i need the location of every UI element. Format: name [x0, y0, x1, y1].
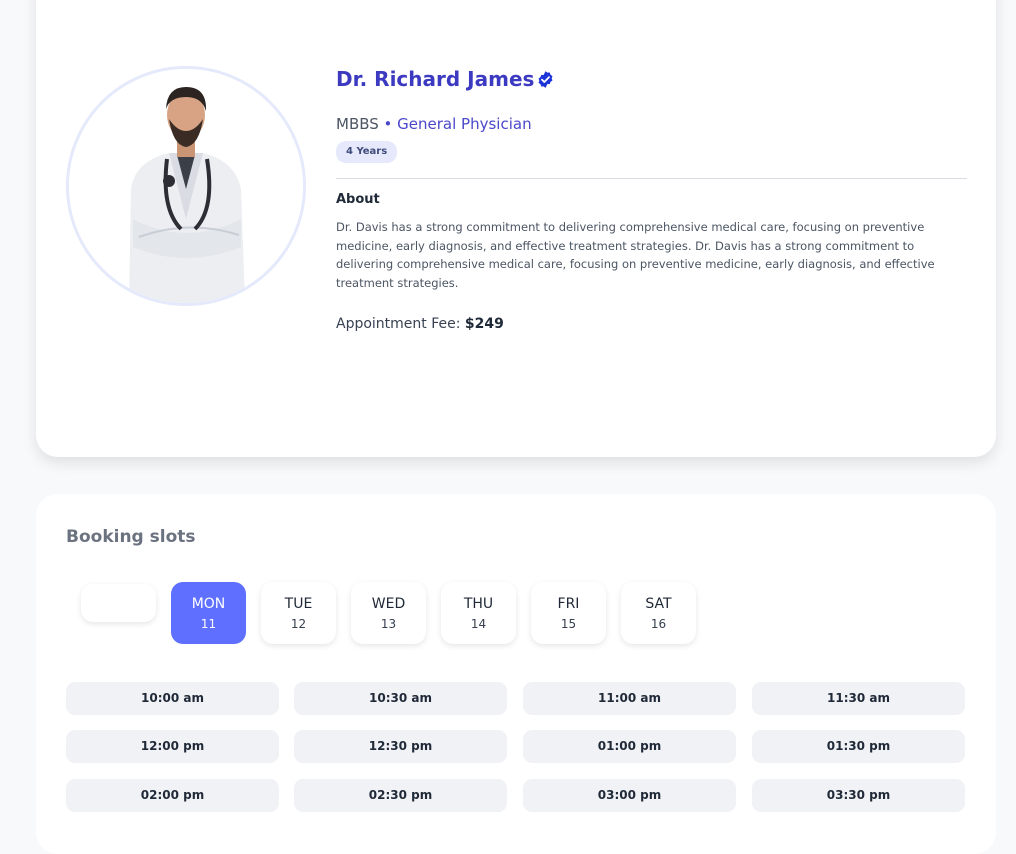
day-number: 15: [560, 617, 577, 631]
time-slot[interactable]: 01:00 pm: [523, 730, 736, 763]
time-slot[interactable]: 03:00 pm: [523, 779, 736, 812]
appointment-fee: Appointment Fee: $249: [336, 316, 504, 332]
booking-card: Booking slots MON 11 TUE 12 WED 13 THU 1…: [36, 494, 996, 854]
doctor-photo: [69, 69, 303, 303]
time-slot[interactable]: 03:30 pm: [752, 779, 965, 812]
doctor-profile-card: Dr. Richard James MBBS • General Physici…: [36, 0, 996, 457]
day-option-thu[interactable]: THU 14: [441, 582, 516, 644]
time-slot[interactable]: 01:30 pm: [752, 730, 965, 763]
day-number: 11: [200, 617, 217, 631]
credential-separator: •: [378, 115, 398, 133]
doctor-avatar: [66, 66, 306, 306]
day-name: WED: [371, 596, 406, 612]
day-option-blank[interactable]: [81, 584, 156, 622]
day-number: 13: [380, 617, 397, 631]
day-name: MON: [191, 596, 226, 612]
doctor-name-text: Dr. Richard James: [336, 67, 535, 91]
about-heading: About: [336, 192, 380, 207]
day-option-mon[interactable]: MON 11: [171, 582, 246, 644]
day-name: TUE: [284, 596, 313, 612]
doctor-credentials: MBBS • General Physician: [336, 115, 532, 133]
verified-badge-icon: [538, 70, 553, 88]
doctor-name: Dr. Richard James: [336, 67, 555, 91]
time-slot[interactable]: 02:30 pm: [294, 779, 507, 812]
doctor-speciality: General Physician: [397, 115, 532, 133]
time-slot[interactable]: 11:00 am: [523, 682, 736, 715]
time-slot[interactable]: 12:00 pm: [66, 730, 279, 763]
time-slot[interactable]: 11:30 am: [752, 682, 965, 715]
day-option-sat[interactable]: SAT 16: [621, 582, 696, 644]
fee-value: $249: [464, 316, 504, 332]
day-name: SAT: [645, 596, 672, 612]
time-slot[interactable]: 10:30 am: [294, 682, 507, 715]
day-option-fri[interactable]: FRI 15: [531, 582, 606, 644]
day-option-tue[interactable]: TUE 12: [261, 582, 336, 644]
fee-label: Appointment Fee:: [336, 316, 465, 332]
day-number: 12: [290, 617, 307, 631]
experience-badge: 4 Years: [336, 141, 398, 163]
day-name: THU: [463, 596, 494, 612]
day-option-wed[interactable]: WED 13: [351, 582, 426, 644]
booking-slots-title: Booking slots: [66, 527, 196, 547]
day-name: FRI: [557, 596, 580, 612]
time-slot[interactable]: 10:00 am: [66, 682, 279, 715]
profile-divider: [336, 178, 967, 179]
about-text: Dr. Davis has a strong commitment to del…: [336, 220, 935, 291]
day-number: 14: [470, 617, 487, 631]
doctor-degree: MBBS: [336, 115, 379, 133]
time-slot[interactable]: 02:00 pm: [66, 779, 279, 812]
time-slot[interactable]: 12:30 pm: [294, 730, 507, 763]
day-number: 16: [650, 617, 667, 631]
